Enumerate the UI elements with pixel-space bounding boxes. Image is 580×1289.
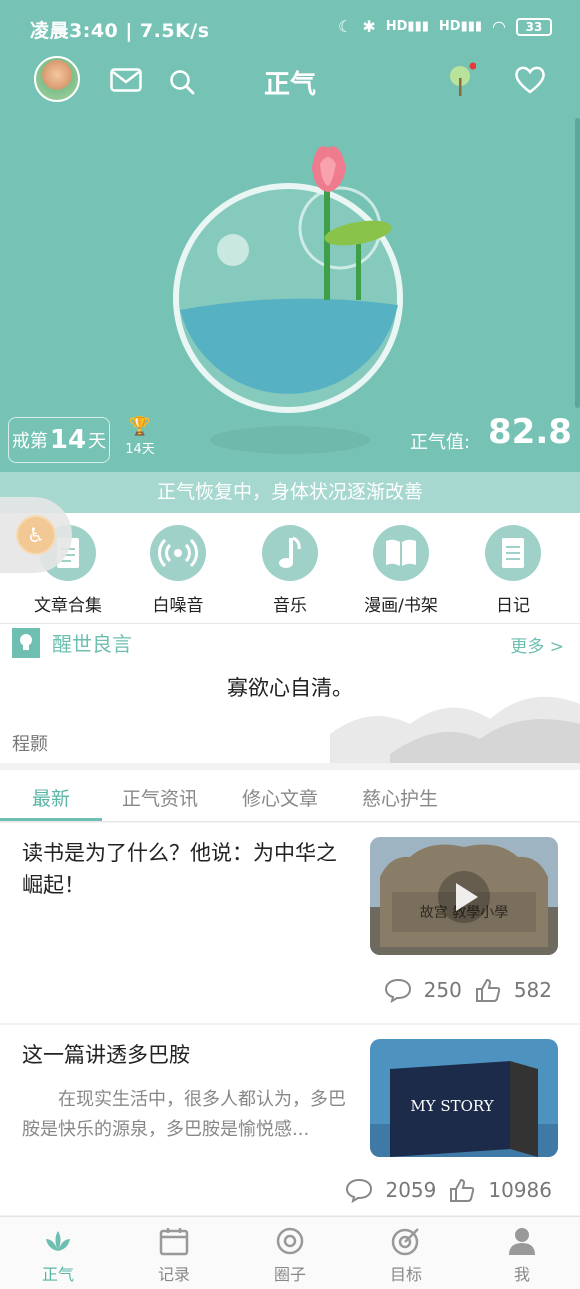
nav-me[interactable]: 我 [464, 1225, 580, 1285]
quote-text: 寡欲心自清。 [227, 676, 353, 700]
more-link[interactable]: 更多 > [510, 632, 564, 657]
quick-nav-music[interactable]: 音乐 [234, 525, 346, 616]
quick-nav-label: 漫画/书架 [364, 596, 438, 616]
nav-label: 我 [513, 1265, 530, 1284]
comment-icon[interactable] [384, 977, 412, 1003]
scroll-indicator[interactable] [575, 118, 580, 408]
article-title: 读书是为了什么？他说：为中华之崛起！ [22, 841, 337, 897]
thumbs-up-icon[interactable] [448, 1177, 476, 1203]
bottom-nav: 正气 记录 圈子 目标 我 [0, 1216, 580, 1289]
trophy-record[interactable]: 🏆 14天 [122, 416, 158, 457]
score-value: 82.8 [488, 412, 572, 452]
quick-nav-label: 白噪音 [152, 596, 204, 616]
book-icon [373, 525, 429, 581]
tree-icon[interactable] [448, 62, 476, 98]
target-icon [391, 1228, 419, 1256]
tab-cultivation[interactable]: 修心文章 [242, 784, 318, 811]
page-title: 正气 [263, 70, 316, 100]
quote-heading: 醒世良言 [52, 632, 132, 656]
nav-home[interactable]: 正气 [0, 1225, 116, 1285]
status-icons: ☾ ✱ HD▮▮▮ HD▮▮▮ ◠ 33 [338, 17, 552, 36]
music-note-icon [262, 525, 318, 581]
tab-latest[interactable]: 最新 [32, 784, 70, 811]
nav-goals[interactable]: 目标 [348, 1225, 464, 1285]
comment-count: 250 [423, 978, 462, 1002]
nav-label: 圈子 [273, 1265, 306, 1284]
comment-count: 2059 [385, 1178, 437, 1202]
article-card[interactable]: 读书是为了什么？他说：为中华之崛起！ 故宫 教學小學 250 582 [0, 823, 580, 1023]
comment-icon[interactable] [345, 1177, 373, 1203]
like-count: 10986 [488, 1178, 552, 1202]
battery-indicator: 33 [516, 17, 552, 36]
active-tab-indicator [0, 818, 102, 821]
lotus-bubble-illustration [173, 146, 403, 454]
tab-news[interactable]: 正气资讯 [122, 784, 198, 811]
signal-2: HD▮▮▮ [438, 19, 483, 34]
article-thumbnail: MY STORY [370, 1039, 558, 1157]
quit-days-value: 14 [49, 425, 87, 455]
quick-nav-label: 日记 [496, 596, 530, 616]
diary-icon [485, 525, 541, 581]
nav-label: 记录 [157, 1265, 190, 1284]
app-screen: 凌晨3:40 | 7.5K/s ☾ ✱ HD▮▮▮ HD▮▮▮ ◠ 33 正气 [0, 0, 580, 1289]
status-bar: 凌晨3:40 | 7.5K/s ☾ ✱ HD▮▮▮ HD▮▮▮ ◠ 33 [0, 0, 580, 56]
quit-suffix: 天 [88, 431, 107, 452]
status-time: 凌晨3:40 | 7.5K/s [30, 20, 210, 42]
quick-nav-comics[interactable]: 漫画/书架 [345, 525, 457, 616]
thumbnail-text: MY STORY [410, 1097, 494, 1115]
quote-card[interactable]: 醒世良言 更多 > 寡欲心自清。 程颢 [0, 623, 580, 763]
article-summary: 在现实生活中，很多人都认为，多巴胺是快乐的源泉，多巴胺是愉悦感... [22, 1089, 346, 1140]
circle-icon [276, 1227, 304, 1255]
trophy-icon: 🏆 [128, 416, 152, 437]
nav-circle[interactable]: 圈子 [232, 1225, 348, 1285]
nav-records[interactable]: 记录 [116, 1225, 232, 1285]
quit-days-badge[interactable]: 戒第 14 天 [8, 417, 110, 463]
person-icon [509, 1228, 535, 1255]
bluetooth-icon: ✱ [362, 17, 376, 36]
calendar-icon [159, 1228, 189, 1256]
tab-compassion[interactable]: 慈心护生 [362, 784, 438, 811]
signal-1: HD▮▮▮ [385, 19, 429, 34]
like-count: 582 [513, 978, 552, 1002]
quick-nav-white-noise[interactable]: 白噪音 [122, 525, 234, 616]
article-card[interactable]: 这一篇讲透多巴胺 在现实生活中，很多人都认为，多巴胺是快乐的源泉，多巴胺是愉悦感… [0, 1025, 580, 1215]
lotus-icon [46, 1231, 70, 1251]
quick-nav-label: 文章合集 [34, 596, 102, 616]
quit-prefix: 戒第 [11, 431, 48, 452]
broadcast-icon [150, 525, 206, 581]
thumbs-up-icon[interactable] [474, 977, 502, 1003]
article-tabs: 最新 正气资讯 修心文章 慈心护生 [0, 770, 580, 822]
recovery-status-bar: 正气恢复中，身体状况逐渐改善 [0, 472, 580, 513]
wifi-icon: ◠ [492, 17, 506, 36]
quote-author: 程颢 [12, 734, 48, 755]
article-title: 这一篇讲透多巴胺 [22, 1043, 190, 1067]
article-thumbnail: 故宫 教學小學 [370, 837, 558, 955]
accessibility-icon: ♿ [16, 515, 56, 555]
article-stats: 250 582 [384, 977, 552, 1003]
lightbulb-icon [12, 628, 40, 658]
heart-icon[interactable] [514, 66, 546, 94]
top-bar: 正气 [0, 56, 580, 108]
score-label: 正气值: [410, 432, 471, 453]
quick-nav-label: 音乐 [273, 596, 307, 616]
moon-icon: ☾ [338, 17, 353, 36]
quick-nav-diary[interactable]: 日记 [457, 525, 569, 616]
nav-label: 正气 [41, 1265, 74, 1284]
quick-nav: 文章合集 白噪音 音乐 漫画/书架 日记 [0, 513, 580, 623]
nav-label: 目标 [389, 1265, 422, 1284]
trophy-days: 14天 [125, 442, 155, 457]
article-stats: 2059 10986 [345, 1177, 552, 1203]
